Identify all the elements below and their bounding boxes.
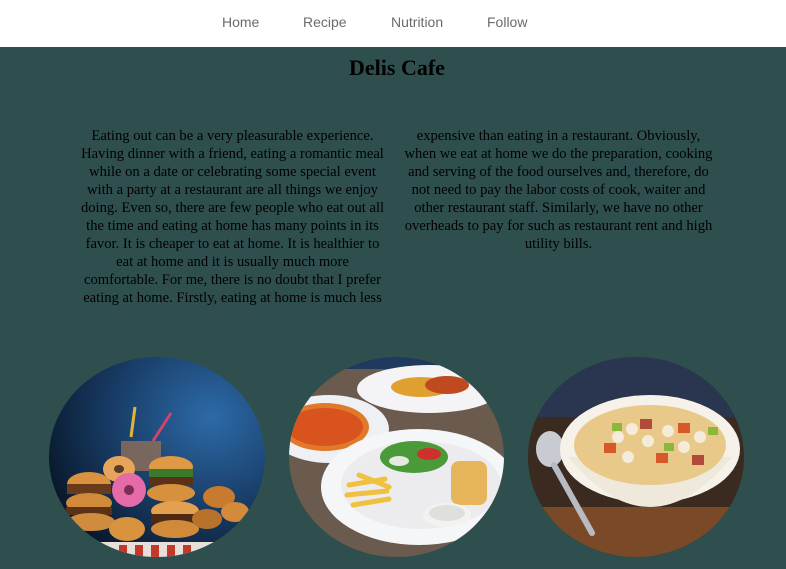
nav-nutrition-link[interactable]: Nutrition xyxy=(391,14,443,30)
pizza-fries-image xyxy=(289,357,504,557)
top-navbar: Home Recipe Nutrition Follow xyxy=(0,0,786,47)
nav-follow-link[interactable]: Follow xyxy=(487,14,527,30)
article-text: Eating out can be a very pleasurable exp… xyxy=(80,128,713,306)
nav-home-link[interactable]: Home xyxy=(222,14,259,30)
bean-soup-image xyxy=(528,357,744,557)
nav-recipe-link[interactable]: Recipe xyxy=(303,14,347,30)
page-title: Delis Cafe xyxy=(349,55,445,80)
fast-food-image xyxy=(49,357,265,557)
